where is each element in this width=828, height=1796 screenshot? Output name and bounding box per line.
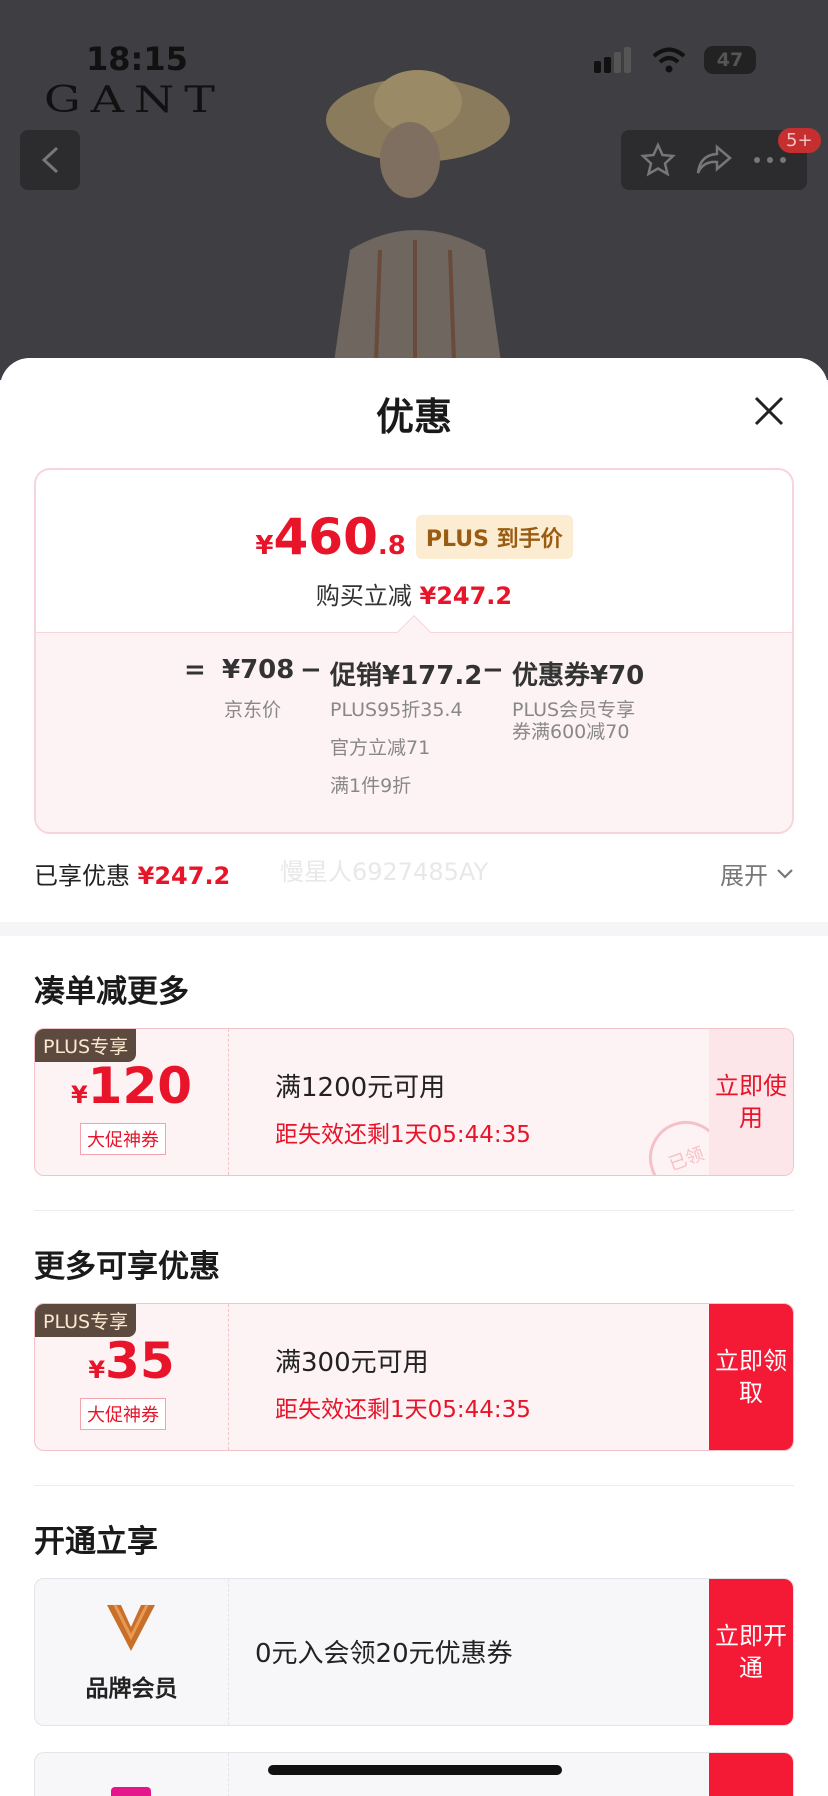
chevron-left-icon <box>41 146 59 174</box>
coupon-type: 大促神券 <box>80 1398 166 1430</box>
section-title: 凑单减更多 <box>34 974 189 1010</box>
plus-price-tag: PLUS 到手价 <box>415 515 573 559</box>
coupon-expiry: 距失效还剩1天05:44:35 <box>275 1397 531 1423</box>
more-icon[interactable] <box>752 155 788 165</box>
coupon-value: PLUS专享 ¥120 大促神券 <box>35 1029 229 1175</box>
coupon-expiry: 距失效还剩1天05:44:35 <box>275 1122 531 1148</box>
member-label: 品牌会员 <box>85 1676 178 1702</box>
final-price-area: ¥460.8 PLUS 到手价 购买立减 ¥247.2 <box>36 470 792 632</box>
coupon-note: PLUS会员专享券满600减70 <box>512 699 636 743</box>
coupon-value <box>35 1753 229 1796</box>
star-icon[interactable] <box>640 142 677 178</box>
jd-price-label: 京东价 <box>224 699 282 721</box>
coupon-card: PLUS专享 ¥120 大促神券 满1200元可用 距失效还剩1天05:44:3… <box>34 1028 794 1176</box>
section-title: 更多可享优惠 <box>34 1249 220 1285</box>
sheet-title: 优惠 <box>375 395 452 439</box>
brand-logo: GANT <box>44 77 225 121</box>
use-coupon-button[interactable]: 立即使用 <box>709 1029 793 1175</box>
membership-card: 品牌会员 0元入会领20元优惠券 立即开通 <box>34 1578 794 1726</box>
discount-sheet: 优惠 ¥460.8 PLUS 到手价 购买立减 ¥247.2 = ¥708 − … <box>0 358 828 1796</box>
product-photo <box>250 60 580 380</box>
member-brand: 品牌会员 <box>35 1579 229 1725</box>
status-icons: 47 <box>594 46 756 74</box>
enjoyed-discount-row: 已享优惠 ¥247.2 慢星人6927485AY 展开 <box>34 834 794 912</box>
jd-price: ¥708 <box>222 655 295 685</box>
coupon-amount: ¥35 <box>88 1332 175 1390</box>
wifi-icon <box>652 47 686 73</box>
promo-note: 满1件9折 <box>330 775 412 797</box>
back-button[interactable] <box>20 130 80 190</box>
coupon-amount: 优惠券¥70 <box>512 661 645 691</box>
close-icon[interactable] <box>752 394 786 428</box>
join-member-button[interactable]: 立即开通 <box>709 1579 793 1725</box>
coupon-condition: 满300元可用 <box>275 1348 429 1378</box>
price-summary-panel: 优惠 ¥460.8 PLUS 到手价 购买立减 ¥247.2 = ¥708 − … <box>0 358 828 922</box>
promo-amount: 促销¥177.2 <box>330 661 483 691</box>
brand-member-icon <box>107 1604 155 1651</box>
battery-icon: 47 <box>704 46 756 74</box>
brand-icon <box>111 1787 151 1796</box>
chevron-down-icon <box>777 868 793 879</box>
expand-button[interactable]: 展开 <box>720 856 794 891</box>
discount-summary: 购买立减 ¥247.2 <box>315 582 513 610</box>
coupon-sections: 凑单减更多 PLUS专享 ¥120 大促神券 满1200元可用 距失效还剩1天0… <box>0 936 828 1796</box>
promo-note: PLUS95折35.4 <box>330 699 463 721</box>
enjoyed-discount: 已享优惠 ¥247.2 <box>34 862 231 890</box>
section-title: 开通立享 <box>34 1524 158 1560</box>
coupon-card: PLUS专享 ¥35 大促神券 满300元可用 距失效还剩1天05:44:35 … <box>34 1303 794 1451</box>
coupon-value: PLUS专享 ¥35 大促神券 <box>35 1304 229 1450</box>
share-icon[interactable] <box>695 143 733 177</box>
user-watermark: 慢星人6927485AY <box>280 858 489 886</box>
equals-sign: = <box>184 655 206 685</box>
final-price: ¥460.8 <box>255 508 406 566</box>
coupon-amount: ¥120 <box>70 1057 193 1115</box>
promo-note: 官方立减71 <box>330 737 431 759</box>
notification-badge: 5+ <box>778 128 821 153</box>
minus-sign: − <box>300 655 322 685</box>
coupon-condition: 满1200元可用 <box>275 1073 446 1103</box>
status-time: 18:15 <box>86 40 188 78</box>
home-indicator <box>268 1765 562 1775</box>
coupon-type: 大促神券 <box>80 1123 166 1155</box>
minus-sign: − <box>482 655 504 685</box>
sheet-header: 优惠 <box>0 358 828 468</box>
price-card: ¥460.8 PLUS 到手价 购买立减 ¥247.2 = ¥708 − 促销¥… <box>34 468 794 834</box>
claim-coupon-button[interactable]: 立即领取 <box>709 1304 793 1450</box>
product-page-background: 18:15 47 GANT 5+ <box>0 0 828 380</box>
member-offer: 0元入会领20元优惠券 <box>255 1639 513 1669</box>
signal-icon <box>594 47 631 73</box>
action-button[interactable] <box>709 1753 793 1796</box>
price-breakdown: = ¥708 − 促销¥177.2 − 优惠券¥70 京东价 PLUS95折35… <box>36 632 792 832</box>
